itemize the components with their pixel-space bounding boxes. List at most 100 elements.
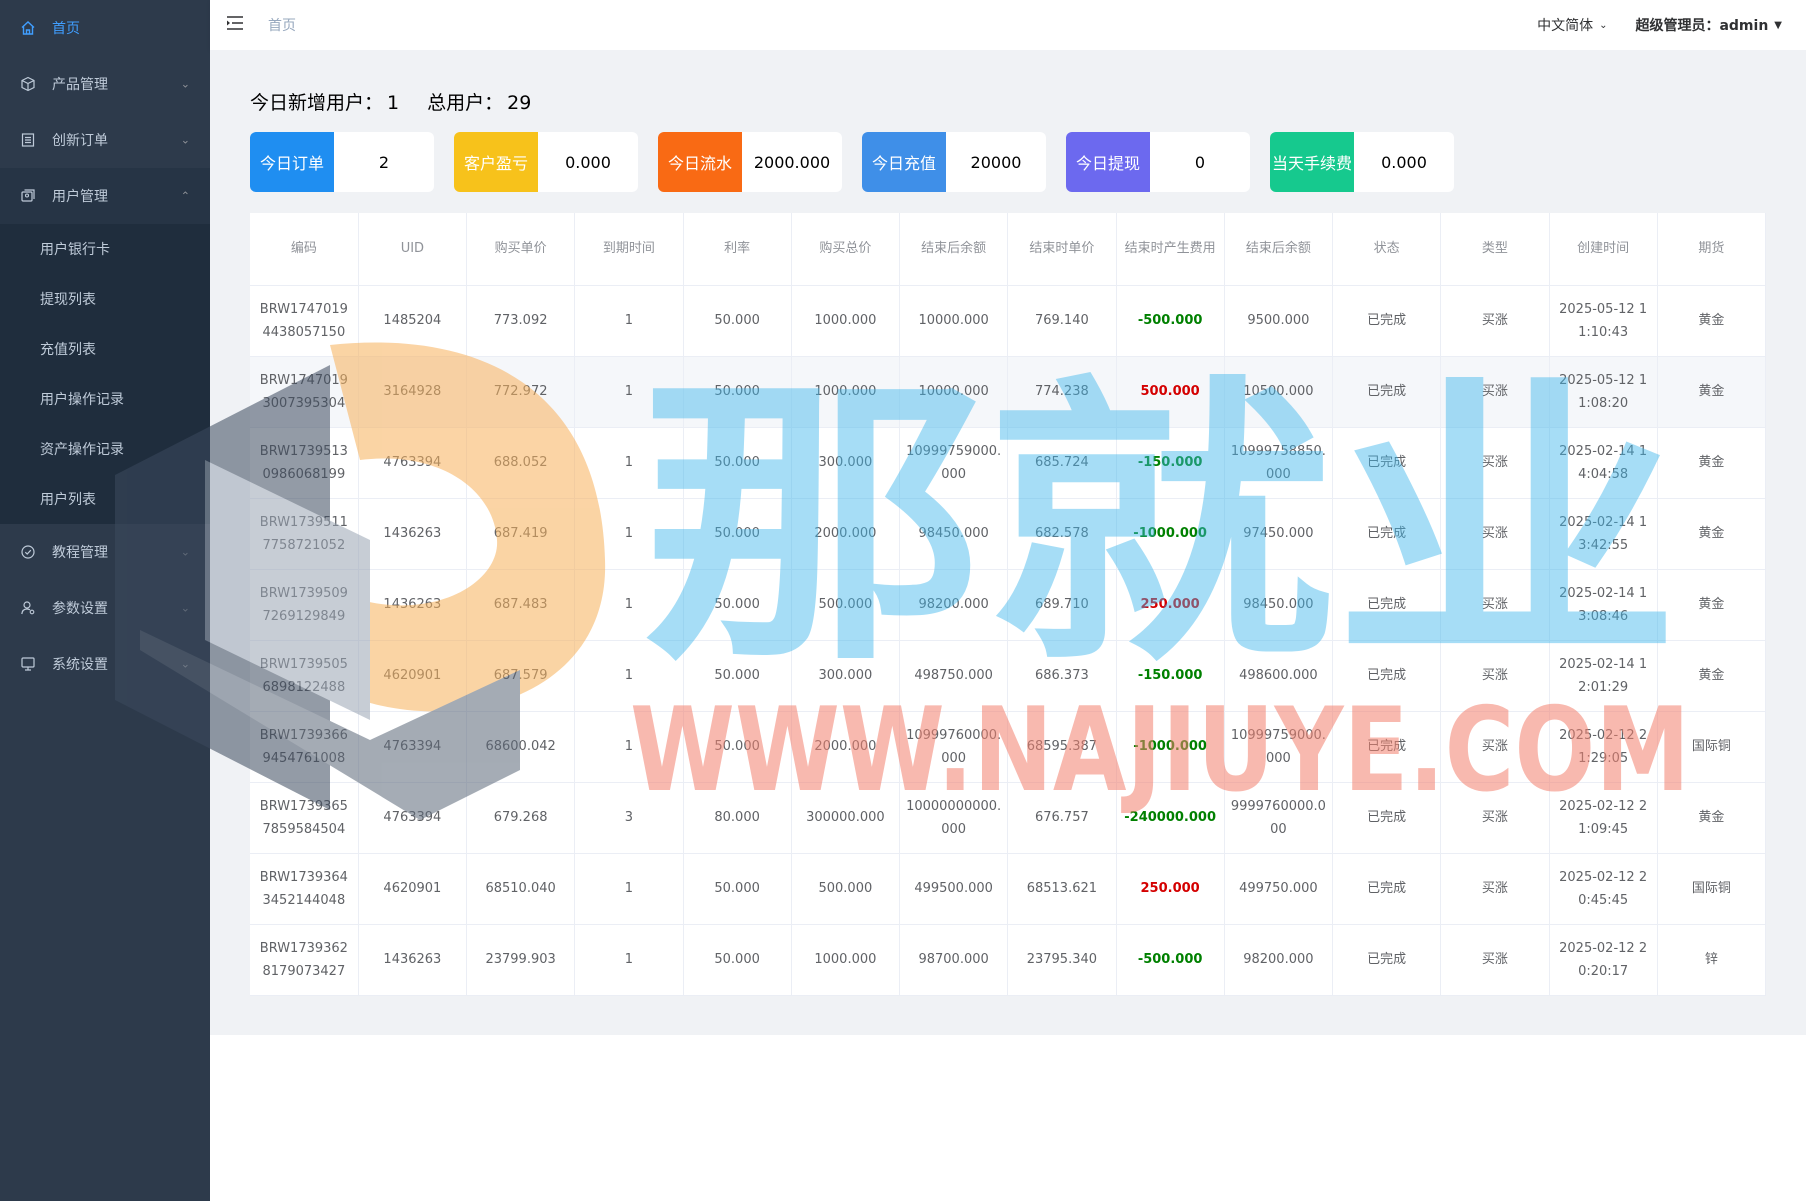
table-cell: 买涨	[1440, 711, 1550, 783]
table-cell: 已完成	[1332, 640, 1442, 712]
table-cell: 80.000	[683, 782, 792, 854]
sidebar-item-label: 首页	[52, 21, 80, 37]
table-cell: 2025-02-12 20:45:45	[1549, 853, 1658, 925]
table-cell: 50.000	[683, 569, 792, 641]
table-row[interactable]: BRW17470193007395304 3164928 772.972 1 50.00…	[250, 356, 1767, 428]
table-cell: 2000.000	[791, 711, 901, 783]
sidebar-subitem-withdrawals[interactable]: 提现列表	[0, 274, 210, 324]
sidebar-item-label: 系统设置	[52, 657, 108, 673]
table-row[interactable]: BRW17393628179073427 1436263 23799.903 1 50.…	[250, 924, 1767, 996]
table-cell: 买涨	[1440, 285, 1550, 357]
table-cell: 锌	[1657, 924, 1767, 996]
table-cell: 1	[574, 569, 684, 641]
table-cell: 68595.387	[1007, 711, 1117, 783]
top-navbar: 首页 中文简体 ⌄ 超级管理员：admin ▼	[210, 0, 1806, 50]
table-cell: 1	[574, 356, 684, 428]
table-cell: 50.000	[683, 924, 792, 996]
table-cell: 10999759000.000	[899, 427, 1009, 499]
language-select[interactable]: 中文简体 ⌄	[1537, 15, 1607, 35]
user-name: 超级管理员：admin	[1635, 18, 1769, 34]
table-cell: 2000.000	[791, 498, 901, 570]
sidebar-item-products[interactable]: 产品管理 ⌄	[0, 56, 210, 112]
card-label: 客户盈亏	[454, 132, 538, 192]
table-cell: 498600.000	[1224, 640, 1334, 712]
table-cell: BRW17395117758721052	[250, 498, 359, 570]
users-submenu: 用户银行卡 提现列表 充值列表 用户操作记录 资产操作记录 用户列表	[0, 224, 210, 524]
table-cell: 50.000	[683, 711, 792, 783]
sidebar-item-users[interactable]: 用户管理 ⌃	[0, 168, 210, 224]
column-header: 到期时间	[574, 213, 684, 286]
table-row[interactable]: BRW17393669454761008 4763394 68600.042 1 50.…	[250, 711, 1767, 783]
table-row[interactable]: BRW17395097269129849 1436263 687.483 1 50.00…	[250, 569, 1767, 641]
table-cell: 3	[574, 782, 684, 854]
table-row[interactable]: BRW17395130986068199 4763394 688.052 1 50.00…	[250, 427, 1767, 499]
table-cell: -1000.000	[1116, 711, 1225, 783]
sidebar-item-parameters[interactable]: 参数设置 ⌄	[0, 580, 210, 636]
new-users-label: 今日新增用户：	[250, 92, 384, 114]
card-label: 今日流水	[658, 132, 742, 192]
card-label: 今日订单	[250, 132, 334, 192]
table-cell: 4763394	[358, 427, 468, 499]
table-row[interactable]: BRW17393657859584504 4763394 679.268 3 80.00…	[250, 782, 1767, 854]
table-cell: 9500.000	[1224, 285, 1334, 357]
sidebar-item-orders[interactable]: 创新订单 ⌄	[0, 112, 210, 168]
table-cell: 686.373	[1007, 640, 1117, 712]
table-cell: 1	[574, 498, 684, 570]
column-header: 编码	[250, 213, 359, 286]
table-cell: 1	[574, 640, 684, 712]
column-header: 状态	[1332, 213, 1442, 286]
table-cell: 10500.000	[1224, 356, 1334, 428]
chevron-down-icon: ⌄	[180, 601, 190, 615]
sidebar-subitem-user-logs[interactable]: 用户操作记录	[0, 374, 210, 424]
card-value: 2	[378, 152, 390, 172]
card-value: 0	[1194, 152, 1206, 172]
sidebar-subitem-user-list[interactable]: 用户列表	[0, 474, 210, 524]
sidebar-item-tutorials[interactable]: 教程管理 ⌄	[0, 524, 210, 580]
sidebar-subitem-recharges[interactable]: 充值列表	[0, 324, 210, 374]
table-row[interactable]: BRW17393643452144048 4620901 68510.040 1 50.…	[250, 853, 1767, 925]
table-cell: BRW17393628179073427	[250, 924, 359, 996]
table-cell: 676.757	[1007, 782, 1117, 854]
hamburger-button[interactable]	[210, 0, 260, 50]
table-cell: -500.000	[1116, 285, 1225, 357]
table-cell: 4763394	[358, 782, 468, 854]
table-cell: 687.419	[466, 498, 576, 570]
table-row[interactable]: BRW17395056898122488 4620901 687.579 1 50.00…	[250, 640, 1767, 712]
table-cell: 685.724	[1007, 427, 1117, 499]
table-cell: 买涨	[1440, 640, 1550, 712]
table-cell: -1000.000	[1116, 498, 1225, 570]
table-cell: 250.000	[1116, 569, 1225, 641]
table-row[interactable]: BRW17470194438057150 1485204 773.092 1 50.00…	[250, 285, 1767, 357]
column-header: 类型	[1440, 213, 1550, 286]
column-header: 购买单价	[466, 213, 576, 286]
table-cell: 1000.000	[791, 285, 901, 357]
table-cell: 772.972	[466, 356, 576, 428]
user-dropdown[interactable]: 超级管理员：admin ▼	[1635, 15, 1782, 35]
breadcrumb[interactable]: 首页	[268, 15, 296, 35]
table-cell: 已完成	[1332, 853, 1442, 925]
table-cell: 买涨	[1440, 569, 1550, 641]
total-users-count: 29	[507, 92, 532, 114]
chevron-down-icon: ⌄	[180, 545, 190, 559]
table-cell: 500.000	[791, 569, 901, 641]
sidebar-subitem-asset-logs[interactable]: 资产操作记录	[0, 424, 210, 474]
table-body: BRW17470194438057150 1485204 773.092 1 50.00…	[250, 285, 1767, 996]
table-cell: 4620901	[358, 853, 468, 925]
sidebar-item-home[interactable]: 首页	[0, 0, 210, 56]
table-cell: 2025-02-14 13:42:55	[1549, 498, 1658, 570]
stat-card-today-turnover: 今日流水 2000.000	[658, 132, 842, 192]
sidebar-subitem-bank-cards[interactable]: 用户银行卡	[0, 224, 210, 274]
table-cell: 300.000	[791, 427, 901, 499]
sidebar-item-label: 创新订单	[52, 133, 108, 149]
card-value: 20000	[970, 152, 1022, 172]
table-row[interactable]: BRW17395117758721052 1436263 687.419 1 50.00…	[250, 498, 1767, 570]
sidebar-item-system[interactable]: 系统设置 ⌄	[0, 636, 210, 692]
sidebar-item-label: 参数设置	[52, 601, 108, 617]
table-cell: 4763394	[358, 711, 468, 783]
table-cell: 已完成	[1332, 498, 1442, 570]
new-users-count: 1	[387, 92, 400, 114]
column-header: 创建时间	[1549, 213, 1658, 286]
table-cell: 黄金	[1657, 569, 1767, 641]
table-cell: -240000.000	[1116, 782, 1225, 854]
table-cell: 98450.000	[899, 498, 1009, 570]
